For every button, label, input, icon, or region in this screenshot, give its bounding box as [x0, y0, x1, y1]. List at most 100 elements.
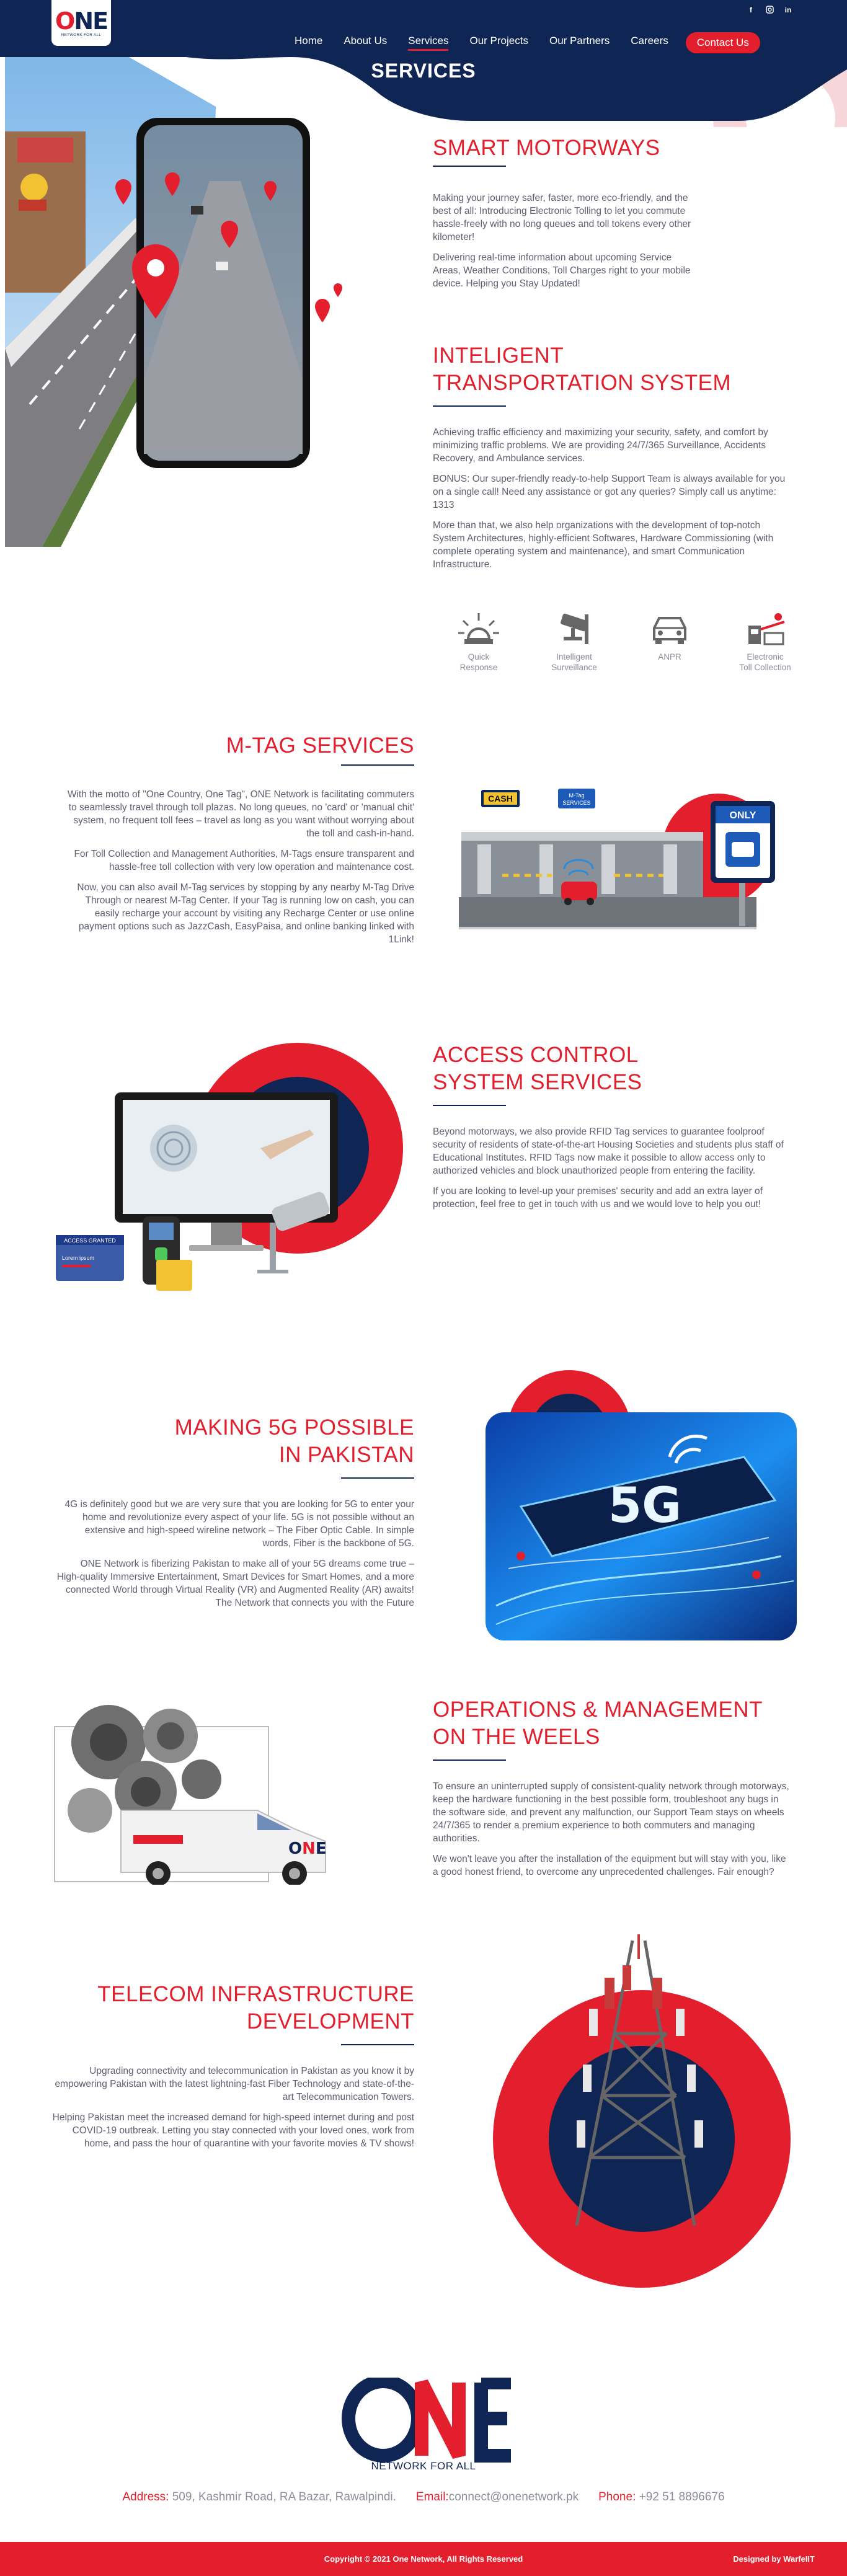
telecom-title-line1: TELECOM INFRASTRUCTURE	[97, 1982, 414, 2006]
smart-motorways-text: Making your journey safer, faster, more …	[433, 192, 693, 298]
contact-us-button[interactable]: Contact Us	[685, 32, 760, 53]
operations-title-line1: OPERATIONS & MANAGEMENT	[433, 1697, 763, 1722]
toll-icon	[748, 613, 785, 645]
feature-quick-response: Quick Response	[441, 611, 516, 673]
access-title-line1: ACCESS CONTROL	[433, 1043, 639, 1067]
email-label: Email:	[415, 2490, 449, 2503]
fiveg-p2: ONE Network is fiberizing Pakistan to ma…	[56, 1559, 414, 1608]
feature-label-toll-collection: Toll Collection	[739, 663, 791, 672]
smart-motorways-title: SMART MOTORWAYS	[433, 136, 660, 160]
copyright-text: Copyright © 2021 One Network, All Rights…	[324, 2554, 523, 2564]
its-text: Achieving traffic efficiency and maximiz…	[433, 426, 792, 578]
access-card-sub: Lorem ipsum	[62, 1255, 94, 1261]
its-p2: BONUS: Our super-friendly ready-to-help …	[433, 474, 786, 510]
its-p3: More than that, we also help organizatio…	[433, 520, 774, 570]
site-logo[interactable]: ONE NETWORK FOR ALL	[51, 0, 111, 46]
siren-icon	[458, 613, 499, 644]
feature-label-anpr: ANPR	[658, 652, 681, 662]
mtag-text: With the motto of "One Country, One Tag"…	[62, 788, 414, 954]
its-title: INTELIGENT TRANSPORTATION SYSTEM	[433, 342, 731, 397]
fiveg-title-line1: MAKING 5G POSSIBLE	[174, 1415, 414, 1440]
fiveg-illustration: 5G	[486, 1370, 797, 1640]
nav-services[interactable]: Services	[408, 35, 449, 51]
access-p1: Beyond motorways, we also provide RFID T…	[433, 1126, 784, 1176]
fiveg-title: MAKING 5G POSSIBLE IN PAKISTAN	[93, 1414, 414, 1469]
mtag-p3: Now, you can also avail M-Tag services b…	[77, 882, 414, 945]
footer-email[interactable]: Email:connect@onenetwork.pk	[416, 2490, 579, 2504]
logo-o: O	[55, 7, 75, 35]
access-text: Beyond motorways, we also provide RFID T…	[433, 1125, 792, 1218]
feature-intelligent-surveillance: Intelligent Surveillance	[537, 611, 611, 673]
nav-careers[interactable]: Careers	[631, 35, 668, 51]
feature-anpr: ANPR	[632, 611, 707, 673]
nav-our-projects[interactable]: Our Projects	[469, 35, 528, 51]
feature-electronic-toll-collection: Electronic Toll Collection	[728, 611, 802, 673]
telecom-title: TELECOM INFRASTRUCTURE DEVELOPMENT	[62, 1981, 414, 2035]
mtag-tollplaza-illustration: CASH M-Tag SERVICES ONLY	[459, 789, 775, 929]
copyright-bar: Copyright © 2021 One Network, All Rights…	[0, 2542, 847, 2576]
access-card-title: ACCESS GRANTED	[64, 1237, 116, 1244]
only-sign-text: ONLY	[730, 810, 756, 821]
car-icon	[653, 617, 686, 644]
footer-phone[interactable]: Phone: +92 51 8896676	[598, 2490, 724, 2504]
access-control-illustration: ACCESS GRANTED Lorem ipsum	[56, 1043, 403, 1291]
designed-by-link[interactable]: Designed by WarfeIIT	[733, 2554, 815, 2564]
its-features: Quick Response Intelligent Surveillance AN…	[441, 611, 802, 673]
operations-p1: To ensure an uninterrupted supply of con…	[433, 1781, 789, 1844]
its-title-line1: INTELIGENT	[433, 343, 564, 368]
access-rule	[433, 1105, 506, 1106]
phone-label: Phone:	[598, 2490, 636, 2503]
its-title-line2: TRANSPORTATION SYSTEM	[433, 371, 732, 395]
fiveg-title-line2: IN PAKISTAN	[278, 1443, 414, 1467]
cash-sign-text: CASH	[488, 794, 513, 803]
footer-logo[interactable]	[335, 2378, 515, 2471]
mtag-p2: For Toll Collection and Management Autho…	[74, 849, 414, 872]
operations-rule	[433, 1759, 506, 1761]
footer-tagline: NETWORK FOR ALL	[371, 2460, 476, 2472]
fiveg-p1: 4G is definitely good but we are very su…	[64, 1499, 414, 1549]
main-nav: Home About Us Services Our Projects Our …	[295, 32, 760, 53]
smart-motorways-p1: Making your journey safer, faster, more …	[433, 193, 691, 242]
operations-title: OPERATIONS & MANAGEMENT ON THE WEELS	[433, 1696, 763, 1751]
linkedin-icon[interactable]: in	[784, 6, 792, 15]
svg-text:ONE: ONE	[288, 1839, 327, 1858]
telecom-p2: Helping Pakistan meet the increased dema…	[52, 2112, 414, 2149]
feature-label-intelligent: Intelligent	[556, 652, 592, 662]
operations-p2: We won't leave you after the installatio…	[433, 1854, 786, 1877]
feature-label-electronic: Electronic	[747, 652, 784, 662]
telecom-tower-illustration	[493, 1934, 791, 2288]
mtag-title: M-TAG SERVICES	[226, 733, 414, 758]
logo-tagline: NETWORK FOR ALL	[61, 33, 102, 37]
its-p1: Achieving traffic efficiency and maximiz…	[433, 427, 768, 464]
nav-home[interactable]: Home	[295, 35, 322, 51]
fiveg-rule	[341, 1477, 414, 1479]
mtag-rule	[341, 764, 414, 766]
feature-label-surveillance: Surveillance	[551, 663, 597, 672]
telecom-text: Upgrading connectivity and telecommunica…	[50, 2065, 414, 2158]
nav-our-partners[interactable]: Our Partners	[549, 35, 610, 51]
address-value: 509, Kashmir Road, RA Bazar, Rawalpindi.	[172, 2490, 396, 2503]
address-label: Address:	[122, 2490, 169, 2503]
nav-about-us[interactable]: About Us	[344, 35, 387, 51]
access-title: ACCESS CONTROL SYSTEM SERVICES	[433, 1042, 642, 1096]
access-p2: If you are looking to level-up your prem…	[433, 1186, 763, 1210]
feature-label-quick: Quick	[468, 652, 490, 662]
fiveg-badge-text: 5G	[608, 1478, 681, 1534]
cctv-icon	[561, 613, 588, 644]
operations-text: To ensure an uninterrupted supply of con…	[433, 1780, 792, 1886]
mtag-sign-text: M-Tag	[569, 792, 584, 799]
smart-motorways-rule	[433, 166, 506, 167]
operations-title-line2: ON THE WEELS	[433, 1725, 600, 1749]
fiveg-text: 4G is definitely good but we are very su…	[56, 1498, 414, 1617]
telecom-title-line2: DEVELOPMENT	[247, 2009, 414, 2034]
email-value[interactable]: connect@onenetwork.pk	[449, 2490, 579, 2503]
facebook-icon[interactable]: f	[747, 6, 755, 15]
footer-contact-info: Address: 509, Kashmir Road, RA Bazar, Ra…	[0, 2490, 847, 2504]
phone-value[interactable]: +92 51 8896676	[639, 2490, 725, 2503]
smart-motorways-p2: Delivering real-time information about u…	[433, 252, 691, 289]
logo-ne: NE	[74, 7, 109, 35]
instagram-icon[interactable]	[765, 6, 774, 15]
operations-van-illustration: ONE	[54, 1705, 327, 1885]
access-title-line2: SYSTEM SERVICES	[433, 1070, 642, 1094]
mtag-p1: With the motto of "One Country, One Tag"…	[67, 789, 414, 839]
